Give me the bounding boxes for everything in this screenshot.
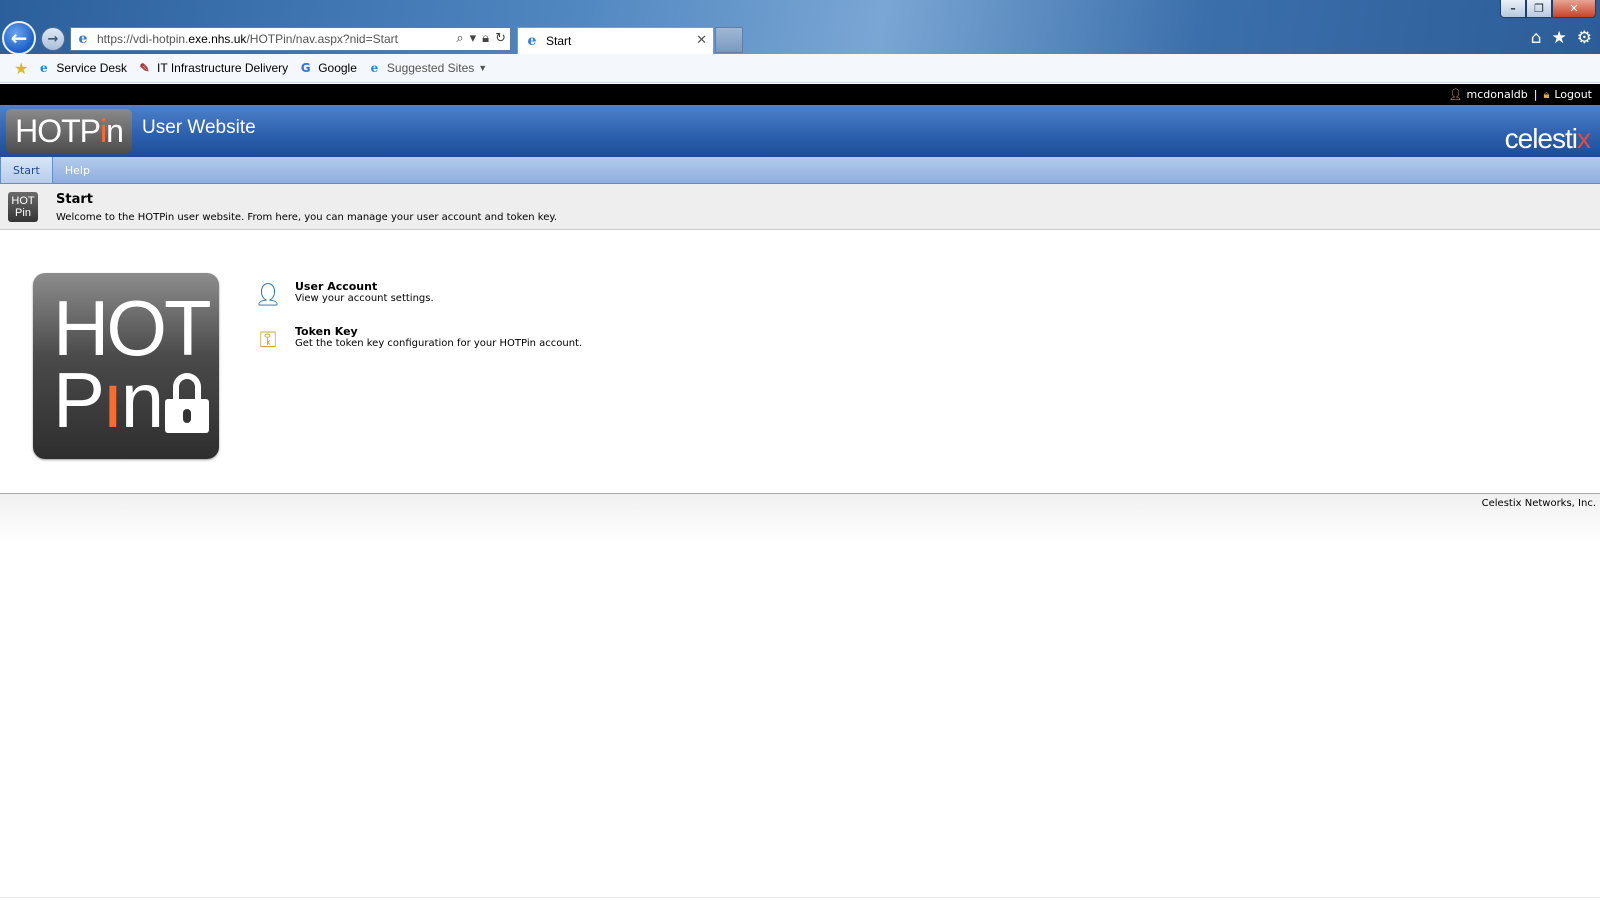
- lock-icon[interactable]: 🔒︎: [482, 31, 489, 46]
- chevron-down-icon: ▼: [478, 63, 488, 73]
- restore-button[interactable]: ❐: [1526, 0, 1552, 18]
- dropdown-caret-icon[interactable]: ▾: [470, 31, 477, 46]
- home-icon[interactable]: ⌂: [1531, 28, 1542, 48]
- minimize-button[interactable]: –: [1500, 0, 1526, 18]
- address-url[interactable]: https://vdi-hotpin.exe.nhs.uk/HOTPin/nav…: [97, 32, 398, 46]
- page-title: Start: [56, 192, 93, 207]
- browser-right-icons: ⌂ ★ ⚙: [1531, 28, 1592, 48]
- padlock-icon: [165, 373, 209, 433]
- favorite-service-desk[interactable]: e Service Desk: [36, 61, 127, 76]
- user-account-link[interactable]: 👤︎ User Account View your account settin…: [253, 280, 434, 310]
- gear-icon[interactable]: ⚙: [1577, 28, 1592, 48]
- favorite-it-infrastructure[interactable]: ✎ IT Infrastructure Delivery: [137, 61, 289, 76]
- tab-help[interactable]: Help: [53, 157, 102, 183]
- favorite-google[interactable]: G Google: [298, 61, 357, 76]
- username-link[interactable]: mcdonaldb: [1467, 88, 1528, 101]
- star-icon[interactable]: ★: [1552, 28, 1567, 48]
- google-icon: G: [300, 61, 311, 75]
- address-bar[interactable]: e https://vdi-hotpin.exe.nhs.uk/HOTPin/n…: [70, 27, 511, 51]
- close-tab-icon[interactable]: ✕: [696, 33, 707, 48]
- browser-titlebar: – ❐ ✕ ← → e https://vdi-hotpin.exe.nhs.u…: [0, 0, 1600, 55]
- lock-icon: 🔒︎: [1543, 87, 1550, 101]
- token-key-link[interactable]: ⚿ Token Key Get the token key configurat…: [253, 325, 583, 355]
- divider: [0, 897, 1600, 898]
- user-icon: 👤︎: [254, 282, 282, 308]
- main-nav: Start Help: [0, 157, 1600, 184]
- back-button[interactable]: ←: [2, 21, 36, 55]
- close-window-button[interactable]: ✕: [1552, 0, 1596, 18]
- favorites-star-icon[interactable]: ★: [14, 59, 28, 78]
- page-description: Welcome to the HOTPin user website. From…: [56, 212, 558, 223]
- refresh-icon[interactable]: ↻: [495, 31, 506, 46]
- new-tab-button[interactable]: [715, 27, 743, 53]
- site-header: HOTP i n User Website celestix: [0, 105, 1600, 157]
- link-description: Get the token key configuration for your…: [295, 338, 583, 349]
- browser-tab-start[interactable]: e Start ✕: [517, 27, 714, 54]
- hotpin-logo[interactable]: HOTP i n: [6, 109, 132, 153]
- user-bar: 👤︎ mcdonaldb | 🔒︎ Logout: [0, 84, 1600, 105]
- favorites-bar: ★ e Service Desk ✎ IT Infrastructure Del…: [0, 54, 1600, 83]
- page-header: HOT Pin Start Welcome to the HOTPin user…: [0, 184, 1600, 230]
- footer-copyright: Celestix Networks, Inc.: [1481, 498, 1596, 509]
- site-title: User Website: [142, 117, 256, 138]
- ie-icon: e: [78, 31, 88, 47]
- hotpin-large-logo: HOT Pın: [33, 273, 219, 459]
- search-icon[interactable]: ⌕: [456, 31, 463, 46]
- logout-link[interactable]: Logout: [1554, 88, 1592, 101]
- key-icon: ⚿: [259, 327, 277, 353]
- celestix-logo: celestix: [1504, 123, 1591, 154]
- arrow-left-icon: ←: [10, 26, 28, 50]
- hotpin-mini-logo: HOT Pin: [8, 192, 38, 222]
- forward-button[interactable]: →: [41, 27, 65, 51]
- ie-page-icon: e: [40, 61, 48, 75]
- page-footer: Celestix Networks, Inc.: [0, 493, 1600, 541]
- user-icon: 👤︎: [1448, 88, 1463, 101]
- ie-icon: e: [527, 33, 537, 49]
- link-description: View your account settings.: [295, 293, 434, 304]
- address-actions: ⌕ ▾ 🔒︎ ↻: [456, 31, 506, 46]
- arrow-right-icon: →: [47, 31, 59, 47]
- tab-start[interactable]: Start: [0, 157, 53, 183]
- tab-title: Start: [546, 34, 572, 48]
- ie-page-icon: e: [370, 61, 379, 75]
- separator: |: [1533, 88, 1538, 101]
- link-title[interactable]: User Account: [295, 280, 434, 293]
- favorite-suggested-sites[interactable]: e Suggested Sites ▼: [367, 61, 488, 76]
- window-controls: – ❐ ✕: [1500, 0, 1596, 18]
- pencil-page-icon: ✎: [139, 61, 150, 75]
- link-title[interactable]: Token Key: [295, 325, 582, 338]
